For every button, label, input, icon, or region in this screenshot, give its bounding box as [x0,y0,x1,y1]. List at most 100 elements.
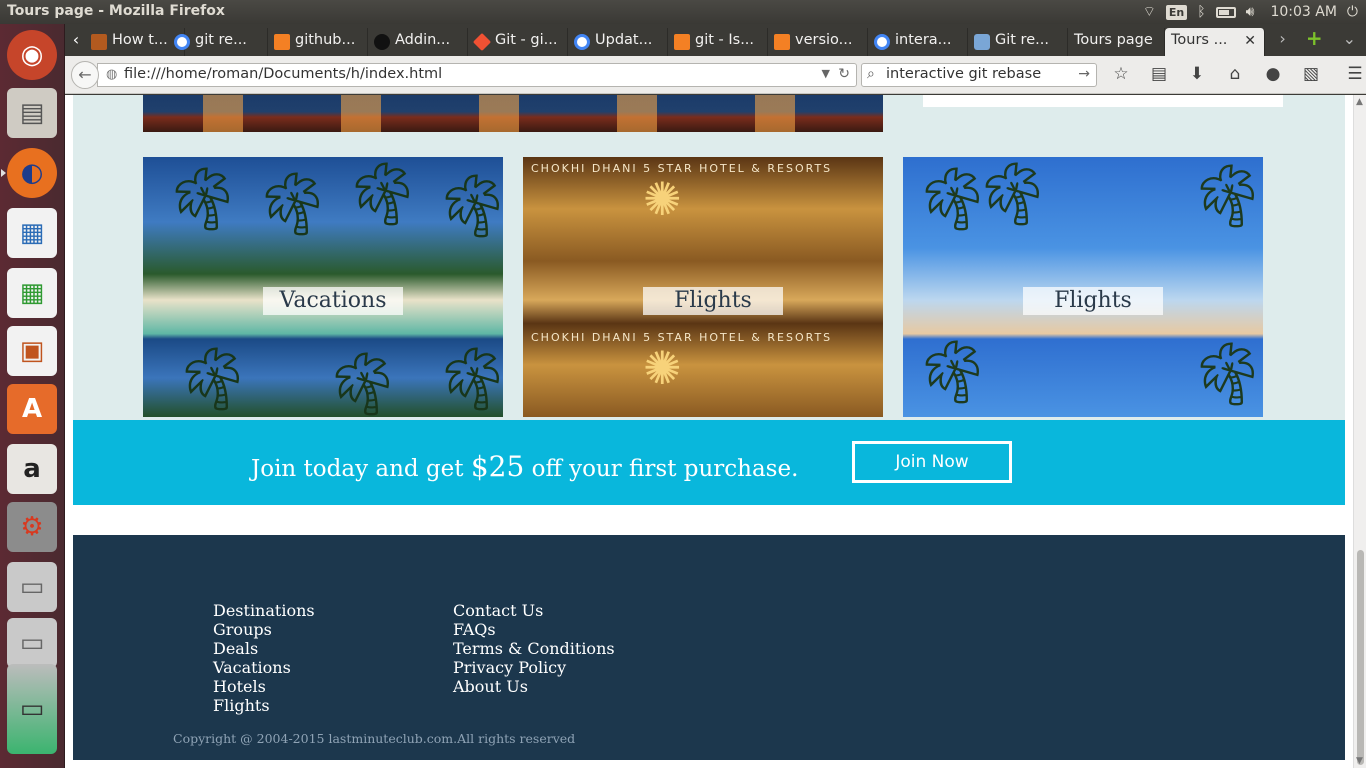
close-tab-icon[interactable]: ✕ [1244,33,1256,49]
footer-link-groups[interactable]: Groups [213,620,315,639]
scrollbar-thumb[interactable] [1357,550,1364,765]
home-icon[interactable]: ⌂ [1225,64,1245,84]
tour-label: Vacations [263,287,403,315]
footer-link-hotels[interactable]: Hotels [213,677,315,696]
footer-link-deals[interactable]: Deals [213,639,315,658]
footer-link-vacations[interactable]: Vacations [213,658,315,677]
palm-tree-icon: 🌴︎ [253,167,332,240]
menu-icon[interactable]: ☰ [1345,64,1365,84]
search-go-icon[interactable]: → [1078,66,1090,82]
ubuntu-dash-icon[interactable]: ◉ [7,30,57,80]
tour-label: Flights [1023,287,1163,315]
search-bar[interactable]: ⌕ interactive git rebase → [861,63,1097,87]
calc-icon[interactable]: ▦ [7,268,57,318]
globe-icon: ◍ [106,67,118,82]
github-icon [374,34,390,50]
tab[interactable]: Addin... [368,28,468,56]
impress-icon[interactable]: ▣ [7,326,57,376]
amazon-icon[interactable]: a [7,444,57,494]
tab[interactable]: intera... [868,28,968,56]
new-tab-icon[interactable]: + [1306,28,1323,48]
sidebar-box [923,95,1283,107]
search-text: interactive git rebase [886,66,1042,82]
search-icon: ⌕ [867,66,875,82]
screenshot-icon[interactable]: ▧ [1301,64,1321,84]
battery-icon[interactable] [1215,6,1236,18]
url-history-dropdown-icon[interactable]: ▼ [822,67,830,80]
tab-bar: ‹ How t... git re... github... Addin... … [65,24,1366,56]
tab[interactable]: github... [268,28,368,56]
tab-scroll-left-button[interactable]: ‹ [67,30,85,50]
footer-link-privacy[interactable]: Privacy Policy [453,658,615,677]
tours-section: 🌴︎ 🌴︎ 🌴︎ 🌴︎ 🌴︎ 🌴︎ 🌴︎ Vacations CHOKHI DH… [73,95,1345,420]
tab-list-chevron-down-icon[interactable]: ⌄ [1343,29,1356,48]
hotel-banner-text: CHOKHI DHANI 5 STAR HOTEL & RESORTS [531,331,833,344]
tour-label: Flights [643,287,783,315]
scroll-up-icon[interactable]: ▲ [1356,97,1363,107]
software-center-icon[interactable]: A [7,384,57,434]
unity-launcher: ◉ ▤ ◐ ▦ ▦ ▣ A a ⚙ ▭ ▭ ▭ [0,24,65,768]
firefox-icon[interactable]: ◐ [1,148,57,198]
google-icon [574,34,590,50]
palm-tree-icon: 🌴︎ [173,342,252,415]
download-icon[interactable]: ⬇ [1187,64,1207,84]
join-now-button[interactable]: Join Now [852,441,1012,483]
tour-card-flights-beach[interactable]: 🌴︎ 🌴︎ 🌴︎ 🌴︎ 🌴︎ Flights [903,157,1263,417]
system-settings-icon[interactable]: ⚙ [7,502,57,552]
files-icon[interactable]: ▤ [7,88,57,138]
tab[interactable]: versio... [768,28,868,56]
drive-stack-icon[interactable]: ▭ [7,664,57,754]
palm-tree-icon: 🌴︎ [433,342,503,415]
keyboard-layout-indicator[interactable]: En [1165,4,1188,20]
footer-link-contact-us[interactable]: Contact Us [453,601,615,620]
url-bar[interactable]: ◍ file:///home/roman/Documents/h/index.h… [97,63,857,87]
tab[interactable]: Git - gi... [468,28,568,56]
google-icon [174,34,190,50]
drive-icon[interactable]: ▭ [7,618,57,668]
url-text: file:///home/roman/Documents/h/index.htm… [124,66,443,82]
tab[interactable]: git - Is... [668,28,768,56]
tour-card-vacations[interactable]: 🌴︎ 🌴︎ 🌴︎ 🌴︎ 🌴︎ 🌴︎ 🌴︎ Vacations [143,157,503,417]
back-button[interactable]: ← [71,61,99,89]
footer-link-destinations[interactable]: Destinations [213,601,315,620]
tab-favicon-icon [91,34,107,50]
tab-scroll-right-button[interactable]: › [1279,29,1285,48]
palm-tree-icon: 🌴︎ [973,157,1052,230]
footer-link-about-us[interactable]: About Us [453,677,615,696]
volume-icon[interactable]: 🔊︎ [1246,0,1255,24]
page-scrollbar[interactable]: ▲ ▼ [1353,95,1366,768]
power-icon[interactable]: ⏻ [1347,0,1358,24]
chat-icon[interactable]: ● [1263,64,1283,84]
reading-list-icon[interactable]: ▤ [1149,64,1169,84]
writer-icon[interactable]: ▦ [7,208,57,258]
tab[interactable]: git re... [168,28,268,56]
chandelier-icon: ✺ [643,172,682,226]
footer-link-flights[interactable]: Flights [213,696,315,715]
top-panel: Tours page - Mozilla Firefox ⌔ En ᛒ 🔊︎ 1… [0,0,1366,24]
palm-tree-icon: 🌴︎ [913,335,992,408]
tab[interactable]: Tours page [1068,28,1165,56]
footer-link-faqs[interactable]: FAQs [453,620,615,639]
tab[interactable]: Git re... [968,28,1068,56]
tab[interactable]: Updat... [568,28,668,56]
toolbar-icons: ☆ ▤ ⬇ ⌂ ● ▧ ☰ [1111,64,1365,84]
tab-active[interactable]: Tours ... ✕ [1165,28,1265,56]
footer-links-column-2: Contact Us FAQs Terms & Conditions Priva… [453,601,615,696]
drive-icon[interactable]: ▭ [7,562,57,612]
chandelier-icon: ✺ [643,341,682,395]
system-tray: ⌔ En ᛒ 🔊︎ 10:03 AM ⏻ [1143,0,1358,24]
reload-icon[interactable]: ↻ [838,66,850,82]
stackoverflow-icon [774,34,790,50]
tour-card-flights-hotel[interactable]: CHOKHI DHANI 5 STAR HOTEL & RESORTS CHOK… [523,157,883,417]
promo-text: Join today and get $25 off your first pu… [251,450,799,483]
banner-image [143,95,883,132]
palm-tree-icon: 🌴︎ [323,347,402,417]
footer-link-terms[interactable]: Terms & Conditions [453,639,615,658]
wifi-icon[interactable]: ⌔ [1143,0,1156,24]
bluetooth-icon[interactable]: ᛒ [1197,0,1205,24]
palm-tree-icon: 🌴︎ [163,162,242,235]
scroll-down-icon[interactable]: ▼ [1356,756,1363,766]
palm-tree-icon: 🌴︎ [433,169,503,242]
clock[interactable]: 10:03 AM [1270,4,1336,20]
bookmark-star-icon[interactable]: ☆ [1111,64,1131,84]
